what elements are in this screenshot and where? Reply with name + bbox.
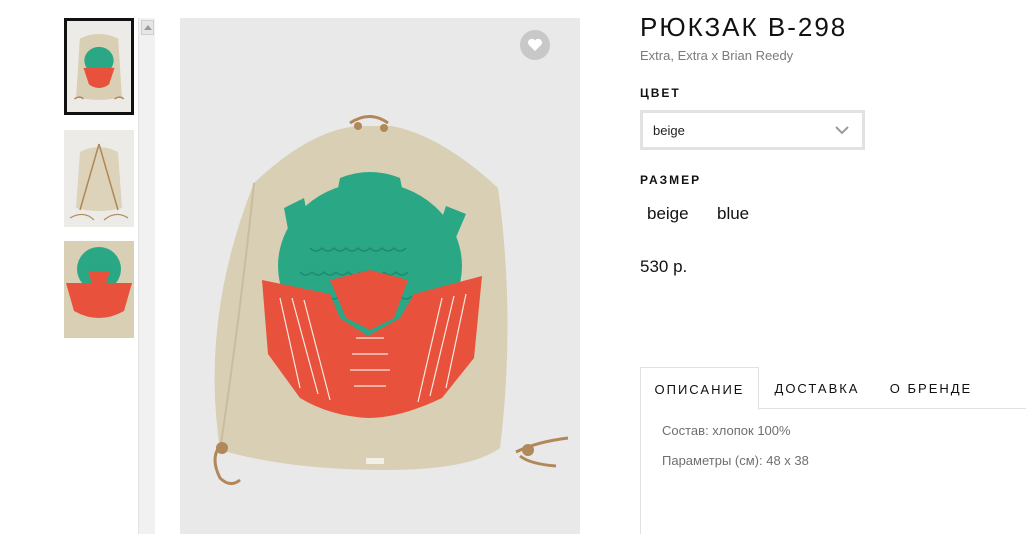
size-label: РАЗМЕР [640,173,702,187]
thumbnail-front-image [67,22,131,111]
thumbnail-front[interactable] [64,18,134,115]
tab-about-brand[interactable]: О БРЕНДЕ [875,367,987,409]
scroll-up-arrow-icon[interactable] [141,20,154,35]
backpack-illustration [180,18,580,534]
thumbnail-back-image [64,130,134,227]
favorite-button[interactable] [520,30,550,60]
description-panel: Состав: хлопок 100% Параметры (см): 48 x… [640,409,1026,534]
product-price: 530 р. [640,257,688,276]
description-dimensions: Параметры (см): 48 x 38 [662,453,809,468]
product-main-image [180,18,580,534]
chevron-down-icon [835,126,849,135]
color-label: ЦВЕТ [640,86,681,100]
thumbnail-detail-image [64,241,134,338]
heart-icon [528,38,542,51]
product-tabs: ОПИСАНИЕ ДОСТАВКА О БРЕНДЕ [640,367,1026,410]
color-select-value: beige [653,123,685,138]
thumbnail-detail[interactable] [64,241,134,338]
size-option-blue[interactable]: blue [717,204,749,224]
description-composition: Состав: хлопок 100% [662,423,791,438]
product-title: РЮКЗАК B-298 [640,12,848,42]
tab-description[interactable]: ОПИСАНИЕ [640,367,759,410]
thumbnail-scrollbar[interactable] [138,18,155,534]
size-option-beige[interactable]: beige [647,204,689,224]
tab-delivery[interactable]: ДОСТАВКА [759,367,875,409]
color-select[interactable]: beige [640,110,865,150]
product-brand: Extra, Extra x Brian Reedy [640,48,794,63]
thumbnail-back[interactable] [64,130,134,227]
